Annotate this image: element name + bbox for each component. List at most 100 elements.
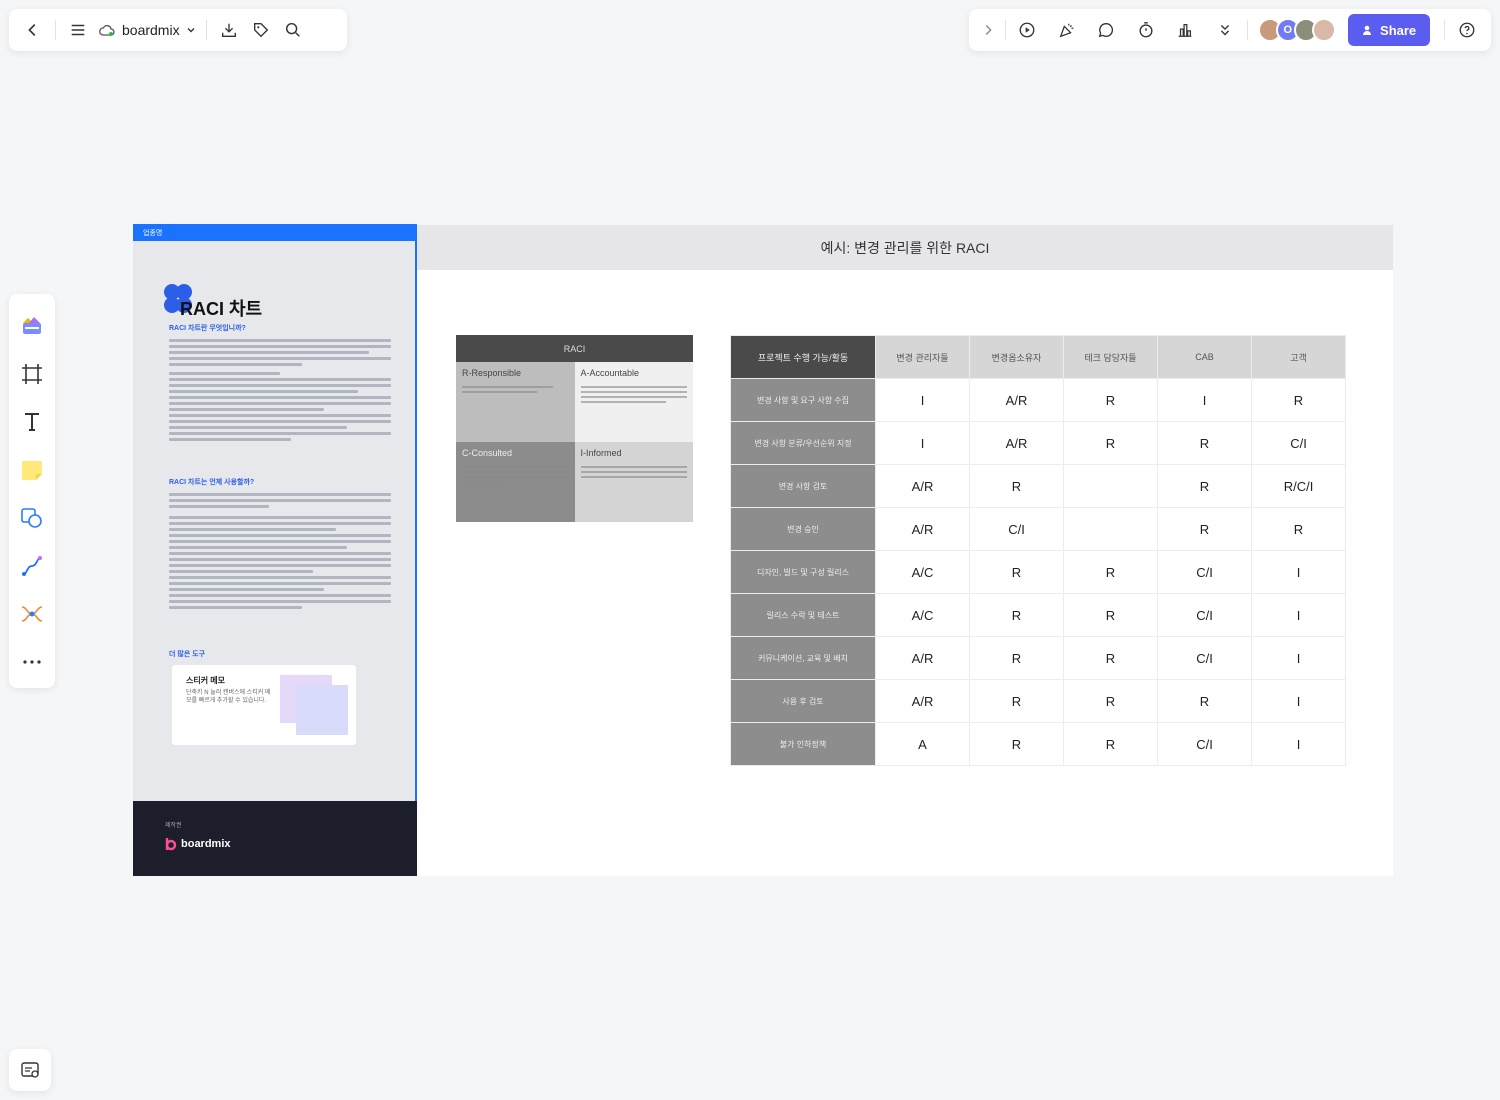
raci-document-card[interactable]: 업종명 RACI 차트 RACI 차트란 무엇입니까? RACI 차트는 언제 … bbox=[133, 224, 417, 876]
matrix-cell[interactable]: R bbox=[969, 550, 1064, 594]
matrix-cell[interactable]: R bbox=[1251, 507, 1346, 551]
menu-icon[interactable] bbox=[62, 14, 94, 46]
file-name-dropdown[interactable]: boardmix bbox=[94, 22, 200, 38]
matrix-cell[interactable]: I bbox=[1251, 722, 1346, 766]
matrix-cell[interactable]: C/I bbox=[1251, 421, 1346, 465]
matrix-cell[interactable]: R bbox=[1063, 378, 1158, 422]
matrix-cell[interactable]: C/I bbox=[969, 507, 1064, 551]
raci-board-frame[interactable]: 예시: 변경 관리를 위한 RACI RACI R-Responsible A-… bbox=[417, 225, 1393, 876]
matrix-cell[interactable]: R bbox=[1251, 378, 1346, 422]
raci-legend-cell: R-Responsible bbox=[456, 362, 575, 442]
raci-legend-label: A-Accountable bbox=[580, 368, 640, 378]
cloud-icon bbox=[99, 24, 115, 36]
matrix-cell[interactable]: I bbox=[1251, 636, 1346, 680]
paragraph-placeholder bbox=[169, 339, 391, 444]
celebrate-icon[interactable] bbox=[1051, 14, 1083, 46]
matrix-cell[interactable]: A/C bbox=[875, 593, 970, 637]
matrix-cell[interactable]: I bbox=[1251, 679, 1346, 723]
vote-icon[interactable] bbox=[1170, 14, 1202, 46]
top-left-toolbar: boardmix bbox=[9, 9, 347, 51]
raci-legend-cell: C-Consulted bbox=[456, 442, 575, 522]
frame-icon[interactable] bbox=[14, 356, 50, 392]
matrix-cell[interactable]: C/I bbox=[1157, 636, 1252, 680]
matrix-cell[interactable]: I bbox=[1251, 550, 1346, 594]
matrix-cell[interactable] bbox=[1063, 464, 1158, 508]
matrix-cell[interactable]: C/I bbox=[1157, 722, 1252, 766]
document-footer: 제작권 boardmix bbox=[133, 801, 417, 876]
templates-icon[interactable] bbox=[14, 308, 50, 344]
matrix-cell[interactable]: R bbox=[1157, 421, 1252, 465]
table-row: 변경 승인 A/R C/I R R bbox=[730, 507, 1346, 551]
present-play-icon[interactable] bbox=[1012, 14, 1044, 46]
comment-icon[interactable] bbox=[1091, 14, 1123, 46]
chevron-right-icon[interactable] bbox=[977, 14, 999, 46]
help-icon[interactable] bbox=[1451, 14, 1483, 46]
matrix-cell[interactable]: R bbox=[1063, 636, 1158, 680]
table-row: 커뮤니케이션, 교육 및 배치 A/R R R C/I I bbox=[730, 636, 1346, 680]
timer-icon[interactable] bbox=[1130, 14, 1162, 46]
matrix-cell[interactable]: R bbox=[1063, 722, 1158, 766]
canvas-settings-button[interactable] bbox=[9, 1049, 51, 1091]
matrix-cell[interactable]: R/C/I bbox=[1251, 464, 1346, 508]
download-icon[interactable] bbox=[213, 14, 245, 46]
raci-legend[interactable]: RACI R-Responsible A-Accountable C-Consu… bbox=[456, 335, 693, 523]
matrix-cell[interactable]: C/I bbox=[1157, 593, 1252, 637]
matrix-cell[interactable]: A/R bbox=[969, 421, 1064, 465]
matrix-cell[interactable]: I bbox=[875, 378, 970, 422]
matrix-cell[interactable]: A/R bbox=[875, 636, 970, 680]
more-icon[interactable] bbox=[14, 644, 50, 680]
row-header: 변경 사항 분류/우선순위 지정 bbox=[730, 421, 876, 465]
top-right-toolbar: O Share bbox=[969, 9, 1491, 51]
shapes-icon[interactable] bbox=[14, 500, 50, 536]
matrix-cell[interactable]: R bbox=[969, 636, 1064, 680]
matrix-cell[interactable]: R bbox=[969, 464, 1064, 508]
matrix-cell[interactable]: I bbox=[875, 421, 970, 465]
more-chevron-icon[interactable] bbox=[1209, 14, 1241, 46]
column-header: 변경 관리자들 bbox=[875, 335, 970, 379]
matrix-cell[interactable]: R bbox=[1063, 550, 1158, 594]
row-header: 변경 사항 검토 bbox=[730, 464, 876, 508]
raci-legend-label: C-Consulted bbox=[462, 448, 513, 458]
file-name: boardmix bbox=[122, 22, 180, 38]
raci-legend-header: RACI bbox=[456, 335, 693, 362]
raci-matrix-table[interactable]: 프로젝트 수행 가능/활동 변경 관리자들 변경옵소유자 테크 담당자들 CAB… bbox=[730, 335, 1346, 766]
share-label: Share bbox=[1380, 22, 1417, 38]
avatar[interactable] bbox=[1311, 18, 1336, 42]
sticky-note-promo[interactable]: 스티커 메모 단축키 N 눌러 캔버스에 스티커 메모를 빠르게 추가할 수 있… bbox=[172, 665, 356, 745]
matrix-body: 변경 사항 및 요구 사항 수집 I A/R R I R 변경 사항 분류/우선순위 지정 I… bbox=[730, 378, 1346, 766]
matrix-cell[interactable]: A/R bbox=[875, 507, 970, 551]
document-tag: 업종명 bbox=[133, 224, 417, 241]
sticky-note-icon[interactable] bbox=[14, 452, 50, 488]
matrix-cell[interactable] bbox=[1063, 507, 1158, 551]
matrix-cell[interactable]: R bbox=[1157, 507, 1252, 551]
matrix-cell[interactable]: R bbox=[1063, 593, 1158, 637]
table-row: 변경 사항 분류/우선순위 지정 I A/R R R C/I bbox=[730, 421, 1346, 465]
collaborator-avatars[interactable]: O bbox=[1257, 18, 1336, 42]
matrix-cell[interactable]: I bbox=[1157, 378, 1252, 422]
matrix-cell[interactable]: R bbox=[969, 679, 1064, 723]
matrix-cell[interactable]: A/R bbox=[875, 464, 970, 508]
matrix-cell[interactable]: R bbox=[969, 593, 1064, 637]
matrix-cell[interactable]: R bbox=[969, 722, 1064, 766]
matrix-cell[interactable]: A/R bbox=[969, 378, 1064, 422]
back-icon[interactable] bbox=[17, 14, 49, 46]
search-icon[interactable] bbox=[277, 14, 309, 46]
matrix-cell[interactable]: I bbox=[1251, 593, 1346, 637]
matrix-cell[interactable]: R bbox=[1063, 679, 1158, 723]
matrix-cell[interactable]: C/I bbox=[1157, 550, 1252, 594]
raci-legend-label: R-Responsible bbox=[462, 368, 522, 378]
footer-label: 제작권 bbox=[165, 823, 182, 829]
matrix-cell[interactable]: A/C bbox=[875, 550, 970, 594]
matrix-cell[interactable]: A bbox=[875, 722, 970, 766]
raci-legend-cell: A-Accountable bbox=[574, 362, 693, 442]
matrix-cell[interactable]: R bbox=[1063, 421, 1158, 465]
tag-icon[interactable] bbox=[245, 14, 277, 46]
mind-map-icon[interactable] bbox=[14, 596, 50, 632]
share-button[interactable]: Share bbox=[1347, 14, 1431, 46]
matrix-cell[interactable]: R bbox=[1157, 679, 1252, 723]
connector-line-icon[interactable] bbox=[14, 548, 50, 584]
matrix-cell[interactable]: R bbox=[1157, 464, 1252, 508]
section-heading: 더 많은 도구 bbox=[169, 651, 206, 658]
matrix-cell[interactable]: A/R bbox=[875, 679, 970, 723]
text-icon[interactable] bbox=[14, 404, 50, 440]
